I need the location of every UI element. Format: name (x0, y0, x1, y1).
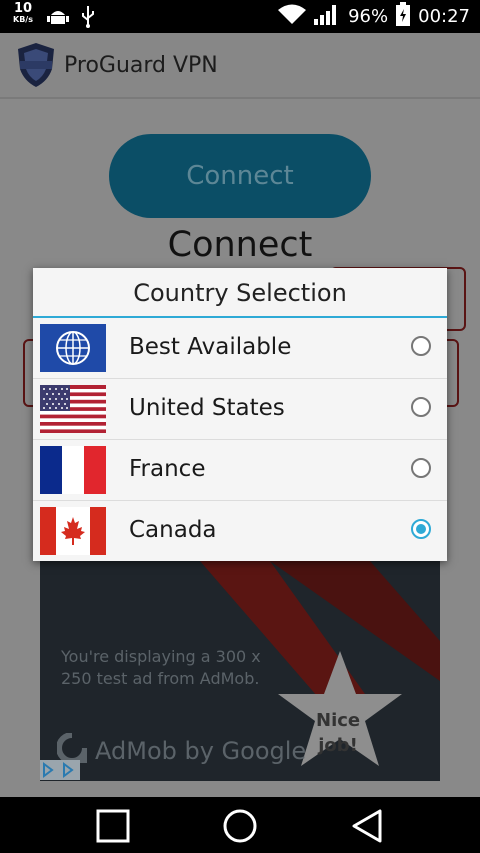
nav-bar (0, 797, 480, 853)
network-speed: 10 KB/s (13, 1, 33, 24)
ad-badge: Nice job! (316, 708, 360, 758)
country-option-france[interactable]: France (33, 440, 447, 501)
radio-button[interactable] (411, 336, 431, 356)
battery-percent: 96% (348, 6, 389, 27)
wifi-icon (278, 4, 307, 29)
ad-brand-label: AdMob by Google (95, 737, 307, 765)
android-debug-icon (47, 6, 69, 30)
app-bar: ProGuard VPN (0, 33, 480, 99)
canada-flag-icon (40, 507, 106, 555)
status-bar: 10 KB/s 96% 00:27 (0, 0, 480, 33)
country-option-label: Best Available (129, 334, 292, 360)
radio-button[interactable] (411, 397, 431, 417)
back-icon[interactable] (348, 806, 388, 846)
us-flag-icon (40, 385, 106, 433)
ad-text: You're displaying a 300 x 250 test ad fr… (61, 647, 261, 688)
globe-flag-icon (40, 324, 106, 372)
ad-badge-line1: Nice (316, 710, 361, 731)
country-option-label: Canada (129, 517, 217, 543)
ad-brand: AdMob by Google (56, 732, 307, 769)
radio-button[interactable] (411, 458, 431, 478)
network-speed-unit: KB/s (13, 15, 33, 24)
connect-heading: Connect (167, 225, 313, 265)
shield-logo-icon (14, 41, 58, 93)
dialog-title: Country Selection (33, 268, 447, 318)
ad-banner[interactable]: You're displaying a 300 x 250 test ad fr… (40, 561, 440, 781)
clock: 00:27 (418, 6, 470, 27)
battery-icon (396, 2, 411, 31)
signal-icon (314, 3, 340, 30)
connect-button[interactable]: Connect (109, 134, 371, 218)
france-flag-icon (40, 446, 106, 494)
recents-icon[interactable] (93, 806, 133, 846)
country-option-best-available[interactable]: Best Available (33, 318, 447, 379)
home-icon[interactable] (220, 806, 260, 846)
country-option-label: France (129, 456, 206, 482)
country-option-canada[interactable]: Canada (33, 501, 447, 561)
network-speed-value: 10 (13, 1, 33, 16)
radio-button-selected[interactable] (411, 519, 431, 539)
usb-icon (80, 6, 96, 32)
country-option-label: United States (129, 395, 285, 421)
app-title: ProGuard VPN (64, 53, 218, 78)
ad-badge-line2: job! (318, 735, 358, 756)
ad-choices-icon[interactable] (40, 760, 80, 780)
country-option-united-states[interactable]: United States (33, 379, 447, 440)
country-selection-dialog: Country Selection Best Available United … (33, 268, 447, 561)
